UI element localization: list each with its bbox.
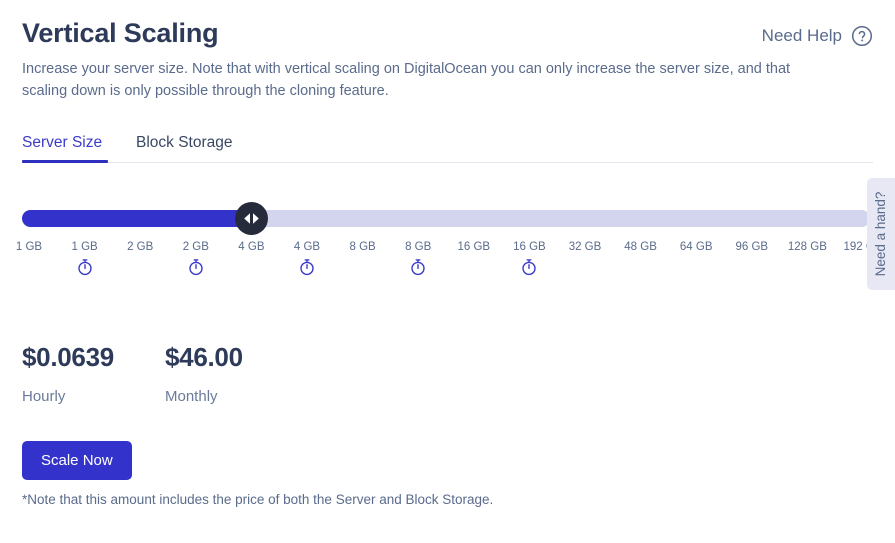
- slider-tick-dot[interactable]: [471, 230, 477, 235]
- pricing-monthly-amount: $46.00: [165, 342, 243, 372]
- pricing-footnote: *Note that this amount includes the pric…: [22, 492, 494, 507]
- need-help-button[interactable]: Need Help: [762, 25, 873, 47]
- scale-now-button[interactable]: Scale Now: [22, 441, 132, 480]
- slider-tick-label: 128 GB: [787, 241, 827, 253]
- slider-tick-label: 4 GB: [293, 241, 321, 253]
- tab-server-size[interactable]: Server Size: [22, 131, 102, 155]
- slider-tick-dot[interactable]: [415, 230, 421, 235]
- tab-bar: Server Size Block Storage: [22, 131, 873, 163]
- slider-tick-label: 32 GB: [568, 241, 602, 253]
- slider-tick-label: 16 GB: [513, 241, 546, 253]
- pricing-monthly: $46.00 Monthly: [165, 340, 243, 407]
- slider-tick-label: 8 GB: [349, 241, 376, 253]
- vertical-scaling-page: Vertical Scaling Need Help Increase your…: [0, 0, 895, 543]
- need-help-label: Need Help: [761, 26, 842, 45]
- server-size-slider[interactable]: 1 GB 1 GB 2 GB 2 GB 4 GB 4 GB 8 GB 8 GB 16 GB 16 …: [0, 196, 895, 296]
- slider-tick-dot[interactable]: [526, 230, 532, 235]
- slider-tick-label: 4 GB: [238, 241, 265, 253]
- slider-tick-dot[interactable]: [82, 230, 88, 235]
- slider-tick-dot[interactable]: [137, 230, 143, 235]
- slider-tick-dot[interactable]: [360, 230, 366, 235]
- slider-tick-label: 2 GB: [182, 241, 209, 253]
- need-a-hand-label: Need a hand?: [873, 191, 888, 277]
- slider-tick-label: 48 GB: [624, 241, 657, 253]
- question-circle-icon[interactable]: [851, 25, 873, 47]
- left-right-arrows-icon: [244, 213, 259, 224]
- page-header: Vertical Scaling Need Help: [22, 16, 873, 58]
- slider-tick-dot[interactable]: [26, 230, 32, 235]
- stopwatch-icon: [76, 258, 94, 276]
- stopwatch-icon: [298, 258, 316, 276]
- pricing-hourly-label: Hourly: [22, 388, 66, 405]
- tab-active-indicator: [22, 160, 108, 163]
- tab-block-storage[interactable]: Block Storage: [136, 131, 233, 155]
- slider-tick-label: 1 GB: [71, 241, 98, 253]
- pricing-monthly-label: Monthly: [165, 388, 218, 405]
- slider-tick-label: 96 GB: [735, 241, 769, 253]
- slider-tick-label: 1 GB: [15, 241, 43, 253]
- tab-divider: [22, 162, 873, 163]
- pricing-hourly: $0.0639 Hourly: [22, 340, 114, 407]
- slider-tick-label: 8 GB: [405, 241, 432, 253]
- page-title: Vertical Scaling: [22, 18, 219, 48]
- slider-tick-dot[interactable]: [582, 230, 588, 235]
- need-a-hand-tab[interactable]: Need a hand?: [867, 178, 895, 290]
- slider-tick-label: 16 GB: [457, 241, 491, 253]
- slider-track[interactable]: [22, 210, 870, 235]
- slider-tick-dot[interactable]: [693, 230, 699, 235]
- page-subtitle: Increase your server size. Note that wit…: [22, 61, 791, 99]
- slider-tick-dot[interactable]: [749, 230, 755, 235]
- slider-tick-dot[interactable]: [804, 230, 810, 235]
- slider-handle[interactable]: [234, 202, 268, 235]
- stopwatch-icon: [409, 258, 427, 276]
- slider-tick-label: 64 GB: [679, 241, 713, 253]
- slider-tick-dot[interactable]: [193, 230, 199, 235]
- slider-tick-label: 2 GB: [127, 241, 154, 253]
- stopwatch-icon: [187, 258, 205, 276]
- slider-tick-dot[interactable]: [638, 230, 644, 235]
- slider-tick-dot[interactable]: [860, 230, 866, 235]
- slider-track-fill: [22, 210, 252, 227]
- pricing-hourly-amount: $0.0639: [22, 342, 114, 372]
- stopwatch-icon: [520, 258, 538, 276]
- slider-tick-dot[interactable]: [304, 230, 310, 235]
